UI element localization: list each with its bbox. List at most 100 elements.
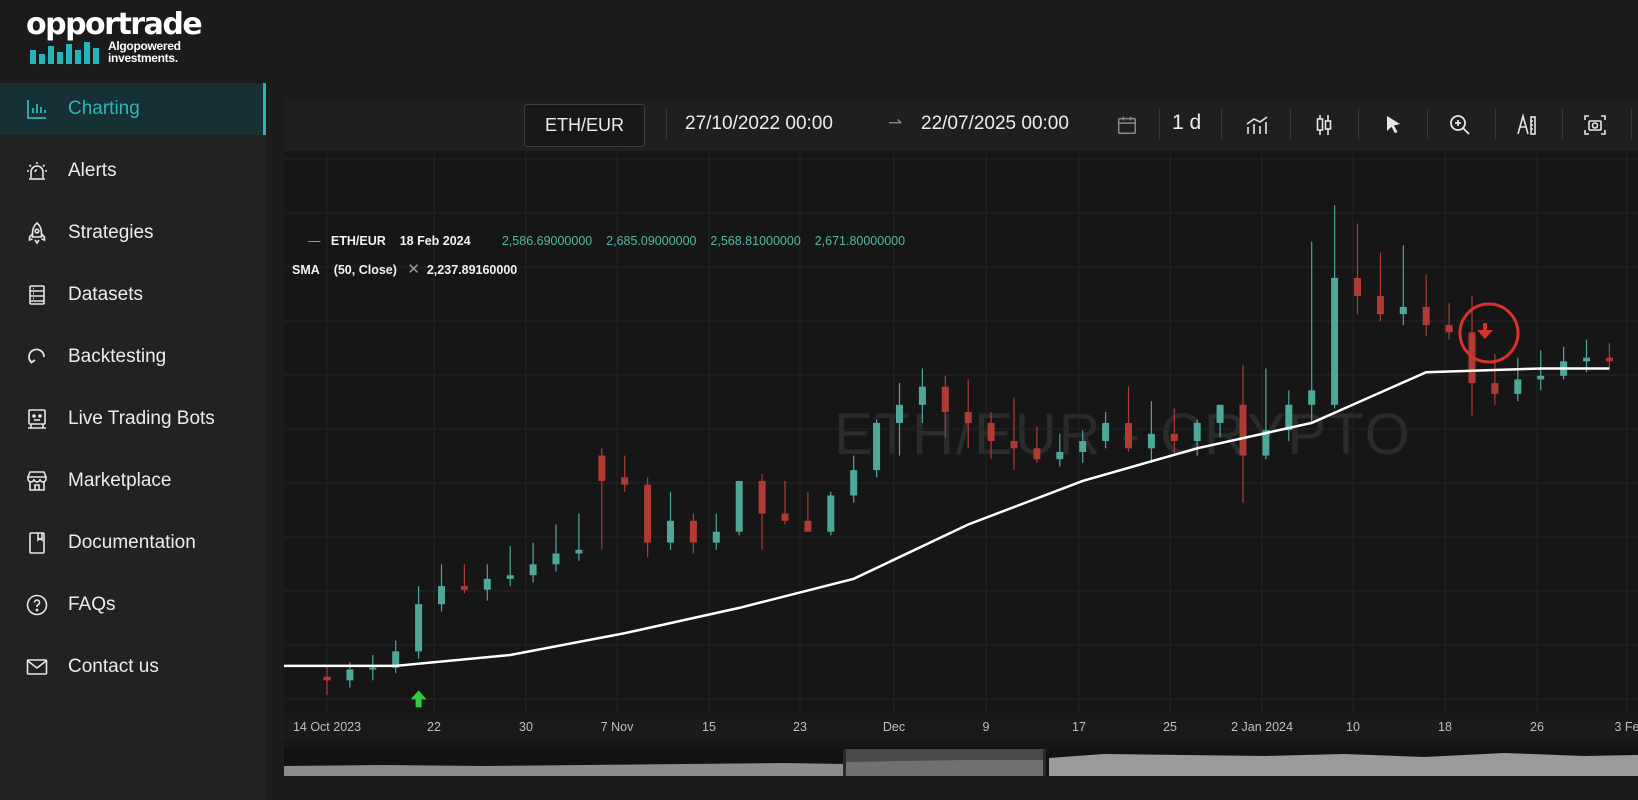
- candle-body: [1422, 306, 1430, 326]
- candle-body: [941, 386, 949, 413]
- chart-toolbar: ETH/EUR 27/10/2022 00:00 ⇀ 22/07/2025 00…: [284, 99, 1638, 151]
- sidebar-item-datasets[interactable]: Datasets: [0, 269, 266, 321]
- indicators-icon[interactable]: [1244, 112, 1270, 138]
- toolbar-divider: [1495, 109, 1496, 139]
- screenshot-icon[interactable]: [1582, 112, 1608, 138]
- chart-footer: [284, 776, 1638, 800]
- indicator-value: 2,237.89160000: [426, 263, 518, 277]
- x-tick-label: 18: [1438, 720, 1452, 734]
- drawing-tools-icon[interactable]: [1514, 112, 1540, 138]
- candle-body: [1376, 296, 1384, 315]
- logo-bars-icon: [30, 42, 99, 64]
- candle-body: [1033, 448, 1041, 460]
- candle-body: [689, 520, 697, 543]
- date-to-field[interactable]: 22/07/2025 00:00: [921, 113, 1069, 135]
- rocket-icon: [28, 221, 46, 245]
- x-tick-label: 2 Jan 2024: [1231, 720, 1293, 734]
- zoom-icon[interactable]: [1447, 112, 1473, 138]
- candle-body: [323, 676, 331, 681]
- sidebar-item-label: Live Trading Bots: [68, 408, 215, 429]
- logo-tagline: Algopowered investments.: [108, 40, 181, 64]
- candle-body: [1079, 441, 1087, 452]
- candlestick-icon[interactable]: [1311, 112, 1337, 138]
- sidebar-item-marketplace[interactable]: Marketplace: [0, 455, 266, 507]
- toolbar-divider: [1358, 109, 1359, 139]
- sidebar-item-charting[interactable]: Charting: [0, 83, 266, 135]
- sidebar-item-label: Strategies: [68, 222, 154, 243]
- buy-signal-arrow: [410, 690, 427, 708]
- sidebar-item-faqs[interactable]: FAQs: [0, 579, 266, 631]
- indicator-name: SMA: [292, 263, 320, 277]
- candle-body: [1193, 422, 1201, 442]
- sidebar-item-backtesting[interactable]: Backtesting: [0, 331, 266, 383]
- opportrade-logo[interactable]: opportrade Algopowered investments.: [26, 10, 203, 66]
- x-tick-label: 9: [982, 720, 990, 734]
- remove-indicator-icon[interactable]: ✕: [407, 261, 420, 278]
- sidebar-item-label: Documentation: [68, 532, 196, 553]
- candle-body: [1056, 451, 1064, 460]
- store-icon: [27, 471, 47, 491]
- sidebar-item-live-trading-bots[interactable]: Live Trading Bots: [0, 393, 266, 445]
- logo-wordmark: opportrade: [26, 7, 203, 42]
- x-tick-label: 14 Oct 2023: [292, 720, 362, 734]
- candle-body: [460, 586, 468, 590]
- interval-selector[interactable]: 1 d: [1172, 111, 1201, 135]
- candle-body: [667, 520, 674, 543]
- candle-body: [415, 604, 423, 652]
- candle-body: [712, 531, 720, 543]
- cursor-icon[interactable]: [1380, 112, 1406, 138]
- sidebar-item-label: Backtesting: [68, 346, 167, 367]
- toolbar-divider: [1631, 109, 1632, 139]
- sidebar-item-label: Contact us: [68, 656, 159, 677]
- candle-body: [1583, 357, 1590, 362]
- candle-body: [438, 586, 445, 605]
- sidebar-item-strategies[interactable]: Strategies: [0, 207, 266, 259]
- x-tick-label: 3 Fe: [1614, 720, 1638, 734]
- time-range-navigator[interactable]: [284, 748, 1638, 776]
- candle-body: [1147, 433, 1155, 449]
- top-bar: opportrade Algopowered investments.: [0, 0, 1638, 78]
- navigator-left-handle[interactable]: [843, 749, 846, 776]
- refresh-icon: [28, 348, 45, 364]
- toolbar-divider: [1159, 109, 1160, 139]
- sidebar-item-documentation[interactable]: Documentation: [0, 517, 266, 569]
- legend-low: 2,568.81000000: [710, 234, 801, 248]
- symbol-selector[interactable]: ETH/EUR: [524, 104, 645, 147]
- toolbar-divider: [1221, 109, 1222, 139]
- sidebar-item-label: Charting: [68, 98, 140, 119]
- legend-high: 2,685.09000000: [606, 234, 697, 248]
- calendar-icon[interactable]: [1116, 114, 1138, 136]
- price-chart[interactable]: ETH/EUR - CRYPTO — ETH/EUR 18 Feb 2024 2…: [284, 151, 1638, 713]
- candle-body: [964, 412, 972, 423]
- sell-signal-arrow: [1477, 323, 1493, 340]
- sidebar-item-contact-us[interactable]: Contact us: [0, 641, 266, 693]
- candle-body: [369, 667, 377, 670]
- candle-body: [644, 484, 652, 543]
- candle-body: [1399, 306, 1407, 315]
- sidebar-item-label: Datasets: [68, 284, 143, 305]
- candle-body: [506, 575, 514, 579]
- legend-symbol: ETH/EUR: [330, 234, 386, 248]
- indicator-params: (50, Close): [333, 263, 397, 277]
- navigator-right-handle[interactable]: [1043, 749, 1046, 776]
- alarm-light-icon: [27, 162, 47, 180]
- legend-open: 2,586.69000000: [501, 234, 593, 248]
- candle-body: [850, 470, 858, 496]
- series-line-icon: —: [308, 234, 321, 248]
- time-axis: 14 Oct 2023 22 30 7 Nov 15 23 Dec 9 17 2…: [284, 713, 1638, 741]
- x-tick-label: 23: [793, 720, 807, 734]
- sidebar: Charting Alerts Strategies Datasets Back…: [0, 83, 266, 800]
- x-tick-label: 22: [427, 720, 441, 734]
- candle-body: [758, 480, 766, 514]
- x-tick-label: 26: [1530, 720, 1544, 734]
- date-from-field[interactable]: 27/10/2022 00:00: [685, 113, 833, 135]
- candle-body: [781, 513, 789, 521]
- candle-body: [1514, 379, 1522, 394]
- candle-body: [529, 564, 537, 576]
- candle-body: [1354, 277, 1361, 297]
- sidebar-item-alerts[interactable]: Alerts: [0, 145, 266, 197]
- x-tick-label: 17: [1072, 720, 1086, 734]
- x-tick-label: 25: [1163, 720, 1177, 734]
- x-tick-label: 30: [519, 720, 533, 734]
- sidebar-item-label: Alerts: [68, 160, 117, 181]
